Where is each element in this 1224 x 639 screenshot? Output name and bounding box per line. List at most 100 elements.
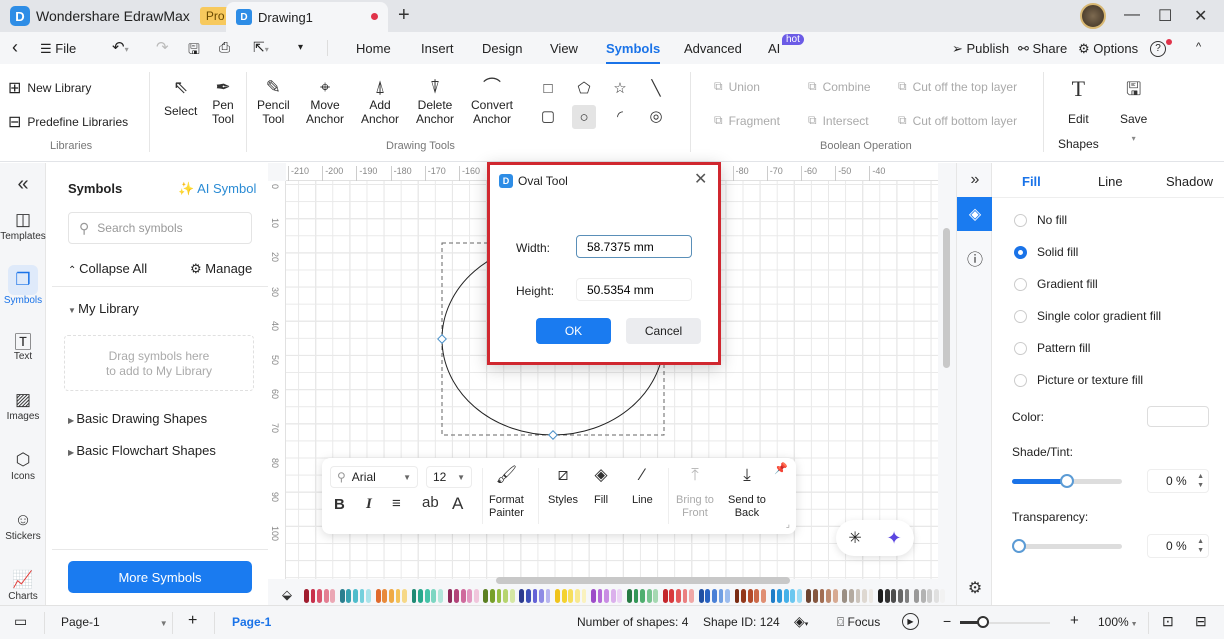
color-swatch[interactable] <box>304 589 309 603</box>
cut-top-layer-button[interactable]: ⧉ Cut off the top layer <box>898 79 1017 94</box>
vertical-scrollbar[interactable] <box>943 228 950 368</box>
color-swatch[interactable] <box>747 589 753 603</box>
search-symbols-input[interactable]: ⚲ Search symbols <box>68 212 252 244</box>
radio-button[interactable] <box>1014 245 1027 259</box>
color-swatch[interactable] <box>920 589 926 603</box>
pencil-tool[interactable]: ✎ Pencil Tool <box>257 76 290 126</box>
fill-option-pattern-fill[interactable]: Pattern fill <box>1014 341 1090 355</box>
line-button[interactable]: ⁄ Line <box>632 466 653 507</box>
dialog-close-icon[interactable]: ✕ <box>694 169 707 189</box>
color-swatch[interactable] <box>711 589 717 603</box>
collapse-ribbon-icon[interactable]: ^ <box>1196 41 1201 53</box>
color-swatch[interactable] <box>813 589 818 603</box>
color-swatch[interactable] <box>718 589 724 603</box>
tab-fill[interactable]: Fill <box>1022 174 1041 189</box>
color-swatch[interactable] <box>914 589 919 603</box>
color-swatch[interactable] <box>826 589 831 603</box>
color-swatch[interactable] <box>555 589 561 603</box>
bold-button[interactable]: B <box>334 496 345 513</box>
save-dropdown-icon[interactable]: ▾ <box>1132 132 1136 146</box>
color-swatch[interactable] <box>467 589 473 603</box>
color-swatch[interactable] <box>519 589 525 603</box>
new-tab-button[interactable]: + <box>398 4 410 27</box>
cut-bottom-layer-button[interactable]: ⧉ Cut off bottom layer <box>898 113 1017 128</box>
color-swatch[interactable] <box>682 589 688 603</box>
color-swatch[interactable] <box>653 589 659 603</box>
options-button[interactable]: ⚙ Options <box>1078 41 1138 57</box>
rail-icons[interactable]: ⬡ Icons <box>0 449 46 482</box>
back-icon[interactable]: ‹ <box>12 37 18 58</box>
color-swatch[interactable] <box>676 589 681 603</box>
color-swatch[interactable] <box>842 589 848 603</box>
color-swatch[interactable] <box>388 589 394 603</box>
radio-button[interactable] <box>1014 277 1027 291</box>
font-family-select[interactable]: ⚲ Arial ▼ <box>330 466 418 488</box>
tab-line[interactable]: Line <box>1098 174 1123 189</box>
styles-button[interactable]: ⧄ Styles <box>548 466 578 507</box>
shade-tint-input[interactable]: 0 % ▲ ▼ <box>1147 469 1209 493</box>
tab-home[interactable]: Home <box>356 41 391 56</box>
fill-option-gradient-fill[interactable]: Gradient fill <box>1014 277 1098 291</box>
color-swatch[interactable] <box>855 589 861 603</box>
color-swatch[interactable] <box>418 589 424 603</box>
color-swatch[interactable] <box>777 589 782 603</box>
color-swatch[interactable] <box>375 589 381 603</box>
color-swatch[interactable] <box>411 589 417 603</box>
color-swatch[interactable] <box>447 589 453 603</box>
transparency-slider[interactable] <box>1012 539 1122 553</box>
color-swatch[interactable] <box>310 589 316 603</box>
color-swatch[interactable] <box>473 589 479 603</box>
spinner-arrows-icon[interactable]: ▲ ▼ <box>1197 537 1204 555</box>
italic-button[interactable]: I <box>366 496 372 513</box>
bottom-handle[interactable] <box>548 430 558 440</box>
settings-gear-icon[interactable]: ⚙ <box>957 571 993 605</box>
align-button[interactable]: ≡ <box>392 495 401 512</box>
rail-charts[interactable]: 📈 Charts <box>0 569 46 602</box>
color-swatch[interactable] <box>597 589 603 603</box>
text-case-button[interactable]: ab <box>422 494 439 511</box>
print-icon[interactable]: ⎙ <box>219 39 230 56</box>
color-swatch[interactable] <box>503 589 508 603</box>
fill-option-no-fill[interactable]: No fill <box>1014 213 1067 227</box>
color-swatch[interactable] <box>819 589 825 603</box>
line-shape-icon[interactable]: ╲ <box>646 78 666 98</box>
color-swatch[interactable] <box>617 589 623 603</box>
color-swatch[interactable] <box>640 589 645 603</box>
expand-panel-icon[interactable]: » <box>957 163 993 197</box>
color-swatch[interactable] <box>725 589 730 603</box>
color-swatch[interactable] <box>698 589 704 603</box>
edit-shapes-button[interactable]: T Edit Shapes <box>1058 78 1099 152</box>
document-tab[interactable]: D Drawing1 <box>226 2 388 32</box>
page-tab-1[interactable]: Page-1 <box>232 615 271 629</box>
resize-corner-icon[interactable]: ⌟ <box>786 519 790 530</box>
collapse-panel-icon[interactable]: « <box>0 173 46 196</box>
maximize-button[interactable]: ☐ <box>1158 6 1172 26</box>
color-swatch[interactable] <box>754 589 760 603</box>
pin-icon[interactable]: 📌 <box>774 462 788 475</box>
new-library-button[interactable]: ⊞ New Library <box>8 78 91 98</box>
sparkle-burst-icon[interactable]: ✳ <box>848 528 861 548</box>
color-swatch[interactable] <box>790 589 796 603</box>
spiral-shape-icon[interactable]: ◎ <box>646 106 666 126</box>
color-swatch[interactable] <box>868 589 874 603</box>
height-input[interactable] <box>576 278 692 301</box>
my-library-drop-area[interactable]: Drag symbols here to add to My Library <box>64 335 254 391</box>
color-swatch[interactable] <box>761 589 766 603</box>
pen-tool[interactable]: ✒ Pen Tool <box>212 76 234 126</box>
color-swatch[interactable] <box>741 589 747 603</box>
help-icon[interactable]: ? <box>1150 41 1166 57</box>
predefine-libraries-button[interactable]: ⊟ Predefine Libraries <box>8 112 128 132</box>
share-button[interactable]: ⚯ Share <box>1018 41 1067 57</box>
color-swatch[interactable] <box>359 589 365 603</box>
color-swatch[interactable] <box>806 589 812 603</box>
zoom-out-button[interactable]: − <box>943 613 951 629</box>
rail-text[interactable]: 🅃 Text <box>0 329 46 363</box>
left-handle[interactable] <box>437 334 447 344</box>
ai-star-icon[interactable]: ✦ <box>887 528 902 549</box>
tab-symbols[interactable]: Symbols <box>606 41 661 64</box>
color-swatch[interactable] <box>734 589 740 603</box>
transparency-input[interactable]: 0 % ▲ ▼ <box>1147 534 1209 558</box>
my-library-section[interactable]: ▼ My Library <box>68 301 139 316</box>
manage-button[interactable]: ⚙ Manage <box>190 261 252 277</box>
shade-tint-slider[interactable] <box>1012 474 1122 488</box>
